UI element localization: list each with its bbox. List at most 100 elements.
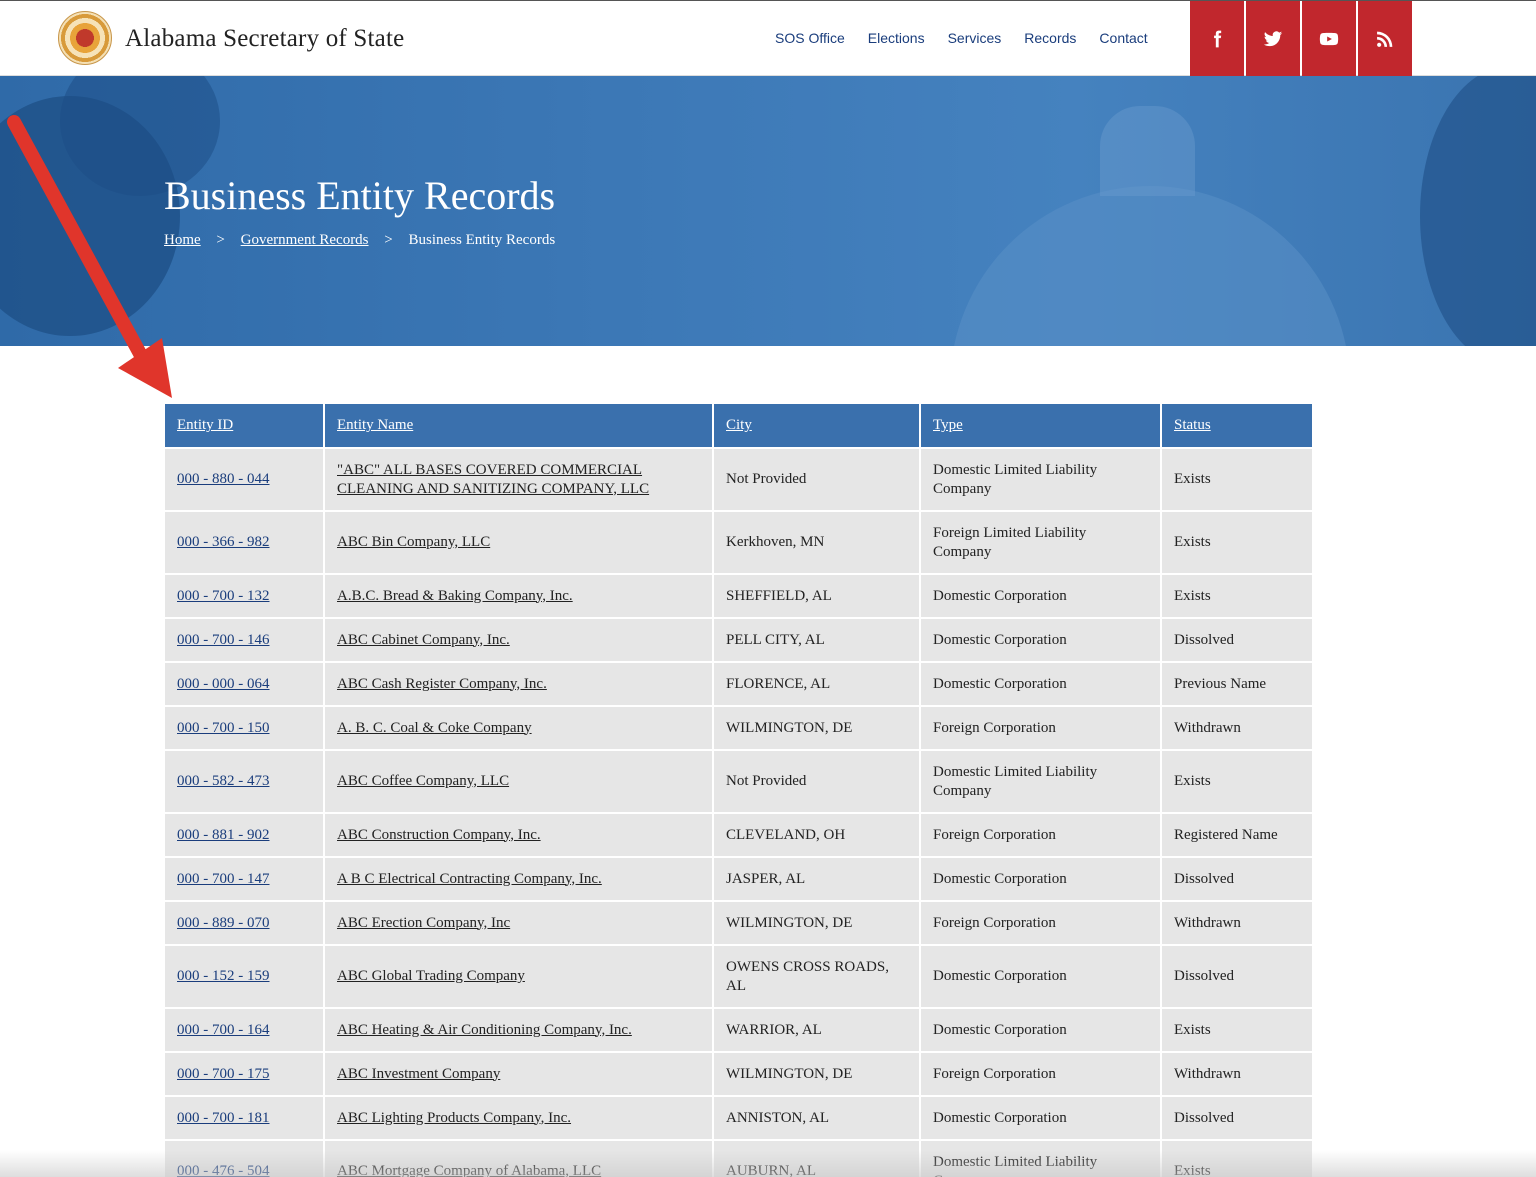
column-header-status[interactable]: Status bbox=[1162, 404, 1312, 447]
youtube-icon bbox=[1319, 32, 1339, 46]
entity-type: Domestic Limited Liability Company bbox=[921, 1139, 1162, 1177]
entity-type: Foreign Corporation bbox=[921, 705, 1162, 749]
rss-icon bbox=[1377, 31, 1393, 47]
entity-city: ANNISTON, AL bbox=[714, 1095, 921, 1139]
column-header-entity-name[interactable]: Entity Name bbox=[325, 404, 714, 447]
entity-type: Domestic Corporation bbox=[921, 1095, 1162, 1139]
table-row: 000 - 582 - 473 ABC Coffee Company, LLC … bbox=[165, 749, 1312, 812]
entity-id-link[interactable]: 000 - 582 - 473 bbox=[177, 773, 270, 789]
state-seal-logo[interactable] bbox=[58, 11, 112, 65]
entity-id-link[interactable]: 000 - 700 - 150 bbox=[177, 720, 270, 736]
table-header-row: Entity ID Entity Name City Type Status bbox=[165, 404, 1312, 447]
entity-name-link[interactable]: ABC Construction Company, Inc. bbox=[337, 827, 541, 843]
entity-city: Not Provided bbox=[714, 749, 921, 812]
entity-status: Previous Name bbox=[1162, 661, 1312, 705]
entity-type: Domestic Corporation bbox=[921, 1007, 1162, 1051]
entity-id-link[interactable]: 000 - 700 - 146 bbox=[177, 632, 270, 648]
table-row: 000 - 152 - 159 ABC Global Trading Compa… bbox=[165, 944, 1312, 1007]
entity-city: Not Provided bbox=[714, 447, 921, 510]
entity-city: WARRIOR, AL bbox=[714, 1007, 921, 1051]
entity-name-link[interactable]: A.B.C. Bread & Baking Company, Inc. bbox=[337, 588, 573, 604]
entity-status: Withdrawn bbox=[1162, 705, 1312, 749]
capitol-dome-image bbox=[950, 186, 1350, 346]
column-header-type[interactable]: Type bbox=[921, 404, 1162, 447]
table-row: 000 - 880 - 044 "ABC" ALL BASES COVERED … bbox=[165, 447, 1312, 510]
entity-records-table: Entity ID Entity Name City Type Status 0… bbox=[165, 404, 1312, 1177]
twitter-button[interactable] bbox=[1246, 1, 1300, 77]
breadcrumb-government-records[interactable]: Government Records bbox=[241, 232, 369, 248]
entity-name-link[interactable]: ABC Bin Company, LLC bbox=[337, 534, 490, 550]
table-row: 000 - 700 - 175 ABC Investment Company W… bbox=[165, 1051, 1312, 1095]
entity-name-link[interactable]: ABC Heating & Air Conditioning Company, … bbox=[337, 1022, 632, 1038]
column-header-city[interactable]: City bbox=[714, 404, 921, 447]
nav-records[interactable]: Records bbox=[1024, 30, 1076, 46]
entity-type: Domestic Corporation bbox=[921, 944, 1162, 1007]
breadcrumb-home[interactable]: Home bbox=[164, 232, 201, 248]
nav-services[interactable]: Services bbox=[948, 30, 1002, 46]
rss-button[interactable] bbox=[1358, 1, 1412, 77]
entity-city: Kerkhoven, MN bbox=[714, 510, 921, 573]
table-row: 000 - 000 - 064 ABC Cash Register Compan… bbox=[165, 661, 1312, 705]
entity-id-link[interactable]: 000 - 152 - 159 bbox=[177, 968, 270, 984]
entity-status: Dissolved bbox=[1162, 944, 1312, 1007]
entity-type: Domestic Corporation bbox=[921, 573, 1162, 617]
entity-city: WILMINGTON, DE bbox=[714, 705, 921, 749]
entity-name-link[interactable]: A B C Electrical Contracting Company, In… bbox=[337, 871, 602, 887]
entity-type: Domestic Corporation bbox=[921, 661, 1162, 705]
entity-city: WILMINGTON, DE bbox=[714, 900, 921, 944]
table-row: 000 - 700 - 132 A.B.C. Bread & Baking Co… bbox=[165, 573, 1312, 617]
entity-type: Foreign Limited Liability Company bbox=[921, 510, 1162, 573]
social-links bbox=[1190, 1, 1414, 77]
entity-name-link[interactable]: "ABC" ALL BASES COVERED COMMERCIAL CLEAN… bbox=[337, 462, 649, 497]
table-row: 000 - 700 - 150 A. B. C. Coal & Coke Com… bbox=[165, 705, 1312, 749]
entity-city: OWENS CROSS ROADS, AL bbox=[714, 944, 921, 1007]
table-row: 000 - 881 - 902 ABC Construction Company… bbox=[165, 812, 1312, 856]
entity-name-link[interactable]: ABC Coffee Company, LLC bbox=[337, 773, 509, 789]
entity-id-link[interactable]: 000 - 700 - 132 bbox=[177, 588, 270, 604]
entity-id-link[interactable]: 000 - 700 - 181 bbox=[177, 1110, 270, 1126]
entity-type: Domestic Corporation bbox=[921, 856, 1162, 900]
entity-id-link[interactable]: 000 - 881 - 902 bbox=[177, 827, 270, 843]
entity-name-link[interactable]: ABC Investment Company bbox=[337, 1066, 500, 1082]
table-row: 000 - 700 - 164 ABC Heating & Air Condit… bbox=[165, 1007, 1312, 1051]
entity-id-link[interactable]: 000 - 000 - 064 bbox=[177, 676, 270, 692]
youtube-button[interactable] bbox=[1302, 1, 1356, 77]
site-title[interactable]: Alabama Secretary of State bbox=[125, 25, 404, 53]
entity-name-link[interactable]: ABC Lighting Products Company, Inc. bbox=[337, 1110, 571, 1126]
entity-city: WILMINGTON, DE bbox=[714, 1051, 921, 1095]
capitol-cupola-image bbox=[1100, 106, 1195, 196]
entity-id-link[interactable]: 000 - 700 - 164 bbox=[177, 1022, 270, 1038]
entity-id-link[interactable]: 000 - 700 - 175 bbox=[177, 1066, 270, 1082]
entity-id-link[interactable]: 000 - 889 - 070 bbox=[177, 915, 270, 931]
nav-elections[interactable]: Elections bbox=[868, 30, 925, 46]
entity-name-link[interactable]: ABC Mortgage Company of Alabama, LLC bbox=[337, 1163, 601, 1177]
entity-city: JASPER, AL bbox=[714, 856, 921, 900]
entity-name-link[interactable]: ABC Cash Register Company, Inc. bbox=[337, 676, 547, 692]
hero-tree-right bbox=[1420, 76, 1536, 346]
entity-id-link[interactable]: 000 - 880 - 044 bbox=[177, 471, 270, 487]
entity-name-link[interactable]: ABC Cabinet Company, Inc. bbox=[337, 632, 510, 648]
entity-type: Domestic Limited Liability Company bbox=[921, 749, 1162, 812]
entity-status: Exists bbox=[1162, 510, 1312, 573]
table-row: 000 - 700 - 147 A B C Electrical Contrac… bbox=[165, 856, 1312, 900]
column-header-entity-id[interactable]: Entity ID bbox=[165, 404, 325, 447]
nav-sos-office[interactable]: SOS Office bbox=[775, 30, 845, 46]
entity-city: SHEFFIELD, AL bbox=[714, 573, 921, 617]
entity-city: FLORENCE, AL bbox=[714, 661, 921, 705]
nav-contact[interactable]: Contact bbox=[1099, 30, 1147, 46]
entity-id-link[interactable]: 000 - 700 - 147 bbox=[177, 871, 270, 887]
entity-id-link[interactable]: 000 - 366 - 982 bbox=[177, 534, 270, 550]
entity-city: AUBURN, AL bbox=[714, 1139, 921, 1177]
table-row: 000 - 889 - 070 ABC Erection Company, In… bbox=[165, 900, 1312, 944]
entity-city: CLEVELAND, OH bbox=[714, 812, 921, 856]
entity-id-link[interactable]: 000 - 476 - 504 bbox=[177, 1163, 270, 1177]
entity-name-link[interactable]: ABC Global Trading Company bbox=[337, 968, 525, 984]
table-row: 000 - 476 - 504 ABC Mortgage Company of … bbox=[165, 1139, 1312, 1177]
table-row: 000 - 366 - 982 ABC Bin Company, LLC Ker… bbox=[165, 510, 1312, 573]
entity-status: Dissolved bbox=[1162, 856, 1312, 900]
entity-name-link[interactable]: A. B. C. Coal & Coke Company bbox=[337, 720, 532, 736]
entity-name-link[interactable]: ABC Erection Company, Inc bbox=[337, 915, 510, 931]
entity-type: Foreign Corporation bbox=[921, 1051, 1162, 1095]
entity-status: Exists bbox=[1162, 749, 1312, 812]
facebook-button[interactable] bbox=[1190, 1, 1244, 77]
